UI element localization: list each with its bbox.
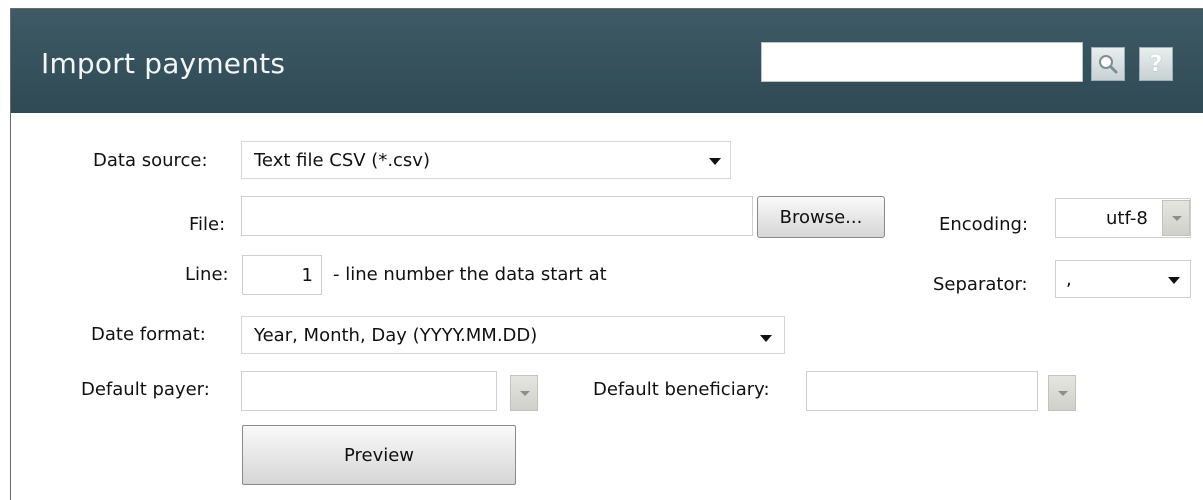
encoding-value: utf-8 [1106,208,1148,229]
search-icon [1099,55,1118,74]
file-label: File: [189,214,226,235]
default-beneficiary-label: Default beneficiary: [593,379,770,400]
date-format-select[interactable]: Year, Month, Day (YYYY.MM.DD) [241,316,785,354]
encoding-label: Encoding: [939,214,1029,235]
data-source-select[interactable]: Text file CSV (*.csv) [241,141,731,179]
encoding-select[interactable]: utf-8 [1055,198,1191,238]
chevron-down-icon [709,158,721,165]
chevron-down-icon [1172,216,1182,221]
date-format-value: Year, Month, Day (YYYY.MM.DD) [254,325,538,346]
page-title: Import payments [41,47,286,80]
separator-value: , [1066,269,1072,290]
search-input[interactable] [761,42,1083,82]
file-path-input[interactable] [241,196,753,236]
help-icon: ? [1149,51,1163,77]
header-bar: Import payments ? [11,9,1203,113]
separator-label: Separator: [933,274,1028,295]
chevron-down-icon [520,391,530,396]
browse-button[interactable]: Browse... [757,196,885,238]
line-label: Line: [185,264,229,285]
help-button[interactable]: ? [1139,47,1173,81]
browse-button-label: Browse... [779,206,863,228]
chevron-down-icon [760,335,772,342]
line-number-input[interactable]: 1 [242,255,322,295]
preview-button-label: Preview [343,444,415,466]
line-hint: - line number the data start at [333,264,607,285]
import-payments-window: Import payments ? Data source: Text file… [10,8,1203,500]
preview-button[interactable]: Preview [242,425,516,485]
encoding-dropdown-button[interactable] [1162,200,1190,236]
date-format-label: Date format: [91,324,206,345]
default-beneficiary-dropdown-button[interactable] [1048,375,1076,411]
default-beneficiary-input[interactable] [806,371,1038,411]
default-payer-dropdown-button[interactable] [510,375,538,411]
line-number-value: 1 [301,265,313,286]
data-source-label: Data source: [93,150,208,171]
chevron-down-icon [1168,277,1180,284]
chevron-down-icon [1058,391,1068,396]
default-payer-label: Default payer: [81,379,210,400]
search-button[interactable] [1091,47,1125,81]
data-source-value: Text file CSV (*.csv) [254,150,430,171]
separator-select[interactable]: , [1055,260,1191,298]
default-payer-input[interactable] [241,371,497,411]
